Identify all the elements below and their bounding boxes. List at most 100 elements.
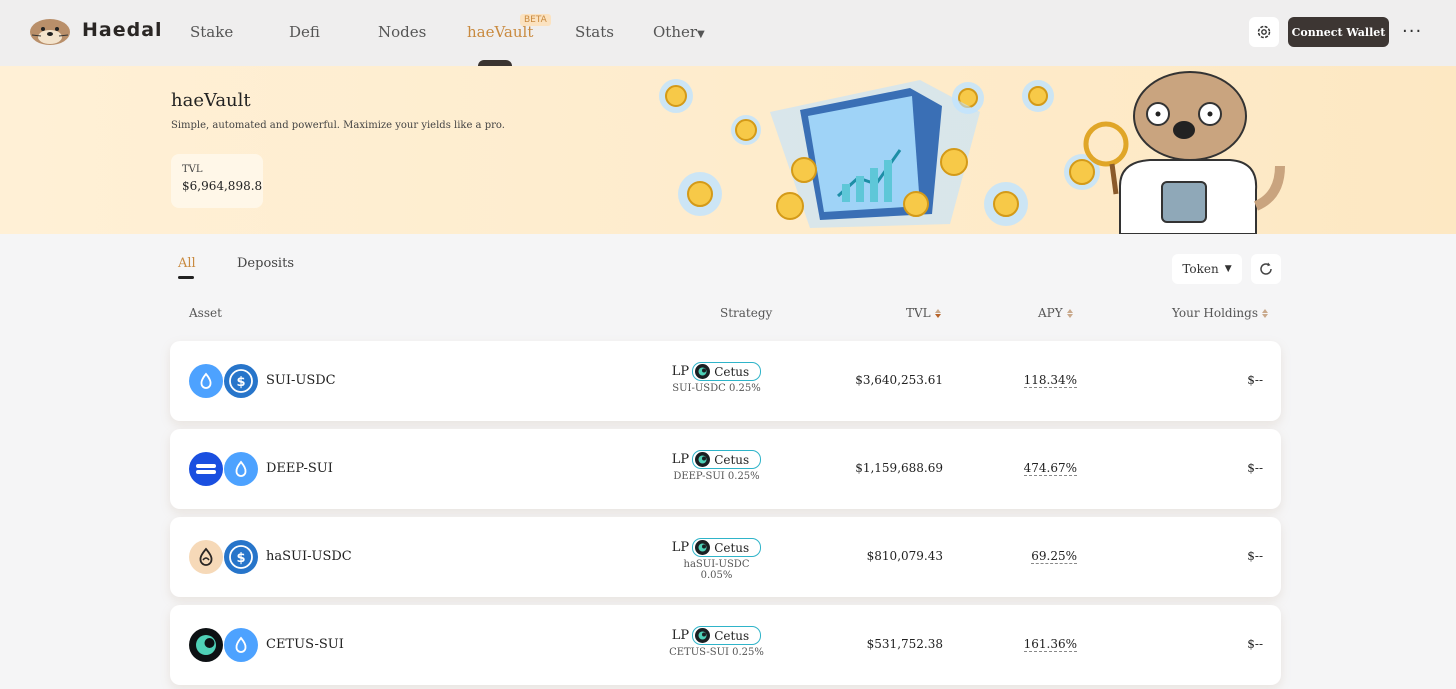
nav-stake[interactable]: Stake xyxy=(190,23,233,41)
protocol-badge[interactable]: Cetus xyxy=(692,626,762,645)
protocol-badge[interactable]: Cetus xyxy=(692,362,762,381)
token-filter-label: Token xyxy=(1182,262,1219,276)
holdings-value: $-- xyxy=(1247,549,1263,563)
connect-wallet-button[interactable]: Connect Wallet xyxy=(1288,17,1389,47)
sui-icon xyxy=(224,452,258,486)
total-tvl-card: TVL $6,964,898.8 xyxy=(171,154,263,208)
asset-pair-icons xyxy=(189,628,259,662)
refresh-icon xyxy=(1260,262,1272,275)
cetus-icon xyxy=(695,364,711,379)
usdc-icon: $ xyxy=(224,540,258,574)
sort-icon xyxy=(1262,308,1268,318)
protocol-name: Cetus xyxy=(714,452,750,467)
header-apy-label: APY xyxy=(1038,306,1063,320)
hero-banner: haeVault Simple, automated and powerful.… xyxy=(0,66,1456,234)
asset-name: DEEP-SUI xyxy=(266,461,333,476)
pool-label: DEEP-SUI 0.25% xyxy=(673,471,760,482)
header-holdings-sort[interactable]: Your Holdings xyxy=(1172,306,1268,320)
deep-icon xyxy=(189,452,223,486)
header-tvl-sort[interactable]: TVL xyxy=(906,306,941,320)
otter-logo-icon xyxy=(30,19,70,45)
tvl-value: $810,079.43 xyxy=(866,549,943,563)
strategy-cell: LP Cetus SUI-USDC 0.25% xyxy=(668,362,765,394)
beta-badge: BETA xyxy=(520,14,551,26)
holdings-value: $-- xyxy=(1247,461,1263,475)
nav-other[interactable]: Other▼ xyxy=(653,23,705,41)
settings-button[interactable] xyxy=(1249,17,1279,47)
asset-name: SUI-USDC xyxy=(266,373,336,388)
apy-value[interactable]: 161.36% xyxy=(1023,637,1077,652)
protocol-badge[interactable]: Cetus xyxy=(692,450,762,469)
asset-pair-icons: $ xyxy=(189,364,259,398)
page-title: haeVault xyxy=(171,90,251,111)
vault-cube-icon xyxy=(770,80,980,228)
total-tvl-label: TVL xyxy=(182,164,203,175)
cetus-icon xyxy=(695,628,711,643)
pool-label: CETUS-SUI 0.25% xyxy=(669,647,764,658)
header-asset: Asset xyxy=(189,306,222,320)
page-subtitle: Simple, automated and powerful. Maximize… xyxy=(171,120,505,131)
strategy-cell: LP Cetus CETUS-SUI 0.25% xyxy=(668,626,765,658)
asset-pair-icons: $ xyxy=(189,540,259,574)
tvl-value: $531,752.38 xyxy=(866,637,943,651)
apy-value[interactable]: 69.25% xyxy=(1031,549,1077,564)
hasui-icon xyxy=(189,540,223,574)
cetus-token-icon xyxy=(189,628,223,662)
brand-logo[interactable]: Haedal xyxy=(28,14,163,46)
nav-nodes[interactable]: Nodes xyxy=(378,23,426,41)
tvl-value: $3,640,253.61 xyxy=(855,373,943,387)
header-strategy: Strategy xyxy=(720,306,773,320)
holdings-value: $-- xyxy=(1247,373,1263,387)
sort-icon xyxy=(934,308,941,318)
protocol-badge[interactable]: Cetus xyxy=(692,538,762,557)
vault-illustration-icon xyxy=(659,71,1285,234)
gear-icon xyxy=(1257,25,1271,39)
header-tvl-label: TVL xyxy=(906,306,931,320)
header-apy-sort[interactable]: APY xyxy=(1038,306,1073,320)
caret-down-icon: ▼ xyxy=(1224,264,1232,274)
protocol-name: Cetus xyxy=(714,364,750,379)
asset-pair-icons xyxy=(189,452,259,486)
asset-name: haSUI-USDC xyxy=(266,549,352,564)
table-row[interactable]: $ haSUI-USDC LP Cetus haSUI-USDC 0.05% $… xyxy=(170,517,1281,597)
strategy-cell: LP Cetus haSUI-USDC 0.05% xyxy=(668,538,765,581)
otter-scientist-icon xyxy=(1083,71,1285,234)
nav-other-label: Other xyxy=(653,23,698,41)
table-row[interactable]: DEEP-SUI LP Cetus DEEP-SUI 0.25% $1,159,… xyxy=(170,429,1281,509)
strategy-type: LP xyxy=(671,452,690,467)
active-tab-indicator xyxy=(178,276,194,279)
strategy-type: LP xyxy=(671,364,690,379)
protocol-name: Cetus xyxy=(714,540,750,555)
tvl-value: $1,159,688.69 xyxy=(855,461,943,475)
cetus-icon xyxy=(695,540,711,555)
total-tvl-value: $6,964,898.8 xyxy=(182,179,263,193)
strategy-cell: LP Cetus DEEP-SUI 0.25% xyxy=(668,450,765,482)
svg-text:$: $ xyxy=(236,551,245,566)
caret-down-icon: ▼ xyxy=(697,29,705,40)
table-row[interactable]: $ SUI-USDC LP Cetus SUI-USDC 0.25% $3,64… xyxy=(170,341,1281,421)
apy-value[interactable]: 118.34% xyxy=(1023,373,1077,388)
more-menu-button[interactable]: ··· xyxy=(1402,21,1422,42)
strategy-type: LP xyxy=(671,628,690,643)
table-row[interactable]: CETUS-SUI LP Cetus CETUS-SUI 0.25% $531,… xyxy=(170,605,1281,685)
nav-defi[interactable]: Defi xyxy=(289,23,320,41)
pool-label: SUI-USDC 0.25% xyxy=(672,383,761,394)
tab-deposits[interactable]: Deposits xyxy=(237,256,294,271)
brand-name: Haedal xyxy=(82,19,163,41)
usdc-icon: $ xyxy=(224,364,258,398)
sui-icon xyxy=(224,628,258,662)
asset-name: CETUS-SUI xyxy=(266,637,344,652)
cetus-icon xyxy=(695,452,711,467)
strategy-type: LP xyxy=(671,540,690,555)
pool-label: haSUI-USDC 0.05% xyxy=(683,559,750,581)
svg-text:$: $ xyxy=(236,375,245,390)
header-holdings-label: Your Holdings xyxy=(1172,306,1258,320)
apy-value[interactable]: 474.67% xyxy=(1023,461,1077,476)
protocol-name: Cetus xyxy=(714,628,750,643)
sort-icon xyxy=(1066,308,1073,318)
top-nav: Haedal Stake Defi Nodes haeVault BETA St… xyxy=(0,0,1456,66)
refresh-button[interactable] xyxy=(1251,254,1281,284)
tab-all[interactable]: All xyxy=(178,256,196,271)
token-filter-dropdown[interactable]: Token ▼ xyxy=(1172,254,1242,284)
nav-stats[interactable]: Stats xyxy=(575,23,614,41)
